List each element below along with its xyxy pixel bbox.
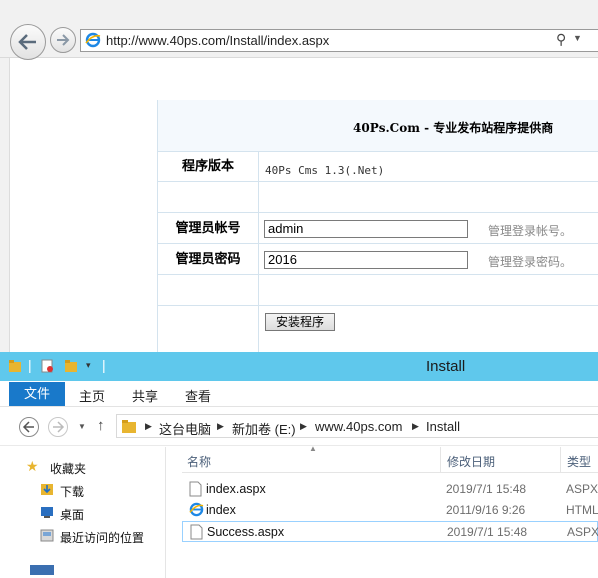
- file-icon: [190, 524, 203, 540]
- breadcrumb-this-pc[interactable]: 这台电脑: [159, 419, 211, 438]
- admin-pass-row: 管理员密码 2016 管理登录密码。: [158, 244, 598, 275]
- admin-user-hint: 管理登录帐号。: [488, 224, 573, 238]
- star-icon: ★: [26, 458, 39, 474]
- admin-user-input[interactable]: admin: [264, 220, 468, 238]
- tab-view[interactable]: 查看: [185, 386, 211, 405]
- tab-share[interactable]: 共享: [132, 386, 158, 405]
- sidebar-item-label: 最近访问的位置: [60, 531, 145, 545]
- chevron-right-icon: ▶: [145, 421, 152, 431]
- file-name: index.aspx: [206, 482, 266, 496]
- file-type: HTML: [566, 503, 598, 517]
- forward-button[interactable]: [50, 27, 76, 53]
- back-button[interactable]: [19, 417, 39, 437]
- chevron-right-icon: ▶: [217, 421, 224, 431]
- chevron-right-icon: ▶: [412, 421, 419, 431]
- browser-left-edge: [0, 58, 10, 352]
- file-icon: [189, 481, 202, 497]
- url-text: http://www.40ps.com/Install/index.aspx: [106, 33, 330, 48]
- tab-file[interactable]: 文件: [9, 382, 65, 406]
- file-row[interactable]: index 2011/9/16 9:26 HTML: [182, 500, 598, 521]
- folder-icon: [122, 420, 136, 433]
- file-name: index: [206, 503, 236, 517]
- chevron-right-icon: ▶: [300, 421, 307, 431]
- file-row[interactable]: index.aspx 2019/7/1 15:48 ASPX: [182, 479, 598, 500]
- properties-icon[interactable]: [40, 359, 54, 373]
- folder-icon: [9, 360, 21, 372]
- forward-arrow-icon: [57, 34, 70, 46]
- file-row[interactable]: Success.aspx 2019/7/1 15:48 ASPX: [182, 521, 598, 542]
- sidebar-item-label: 桌面: [60, 508, 85, 522]
- admin-user-row: 管理员帐号 admin 管理登录帐号。: [158, 213, 598, 244]
- button-row: [158, 306, 598, 352]
- tab-home[interactable]: 主页: [79, 386, 105, 405]
- breadcrumb[interactable]: ▶ 这台电脑 ▶ 新加卷 (E:) ▶ www.40ps.com ▶ Insta…: [116, 414, 598, 438]
- forward-arrow-icon: [53, 421, 65, 433]
- file-type: ASPX: [566, 482, 598, 496]
- column-name[interactable]: 名称: [187, 453, 211, 470]
- file-date: 2019/7/1 15:48: [447, 525, 528, 539]
- file-type: ASPX: [567, 525, 598, 539]
- sidebar-item-label: 下载: [60, 485, 85, 499]
- back-button[interactable]: [10, 24, 46, 60]
- admin-pass-input[interactable]: 2016: [264, 251, 468, 269]
- admin-pass-label: 管理员密码: [158, 244, 259, 275]
- separator-icon-2: |: [102, 357, 106, 373]
- customize-icon[interactable]: ▾: [86, 360, 91, 371]
- admin-pass-hint: 管理登录密码。: [488, 255, 573, 269]
- file-date: 2011/9/16 9:26: [446, 503, 526, 517]
- spacer-row-2: [158, 275, 598, 306]
- sidebar-item-label: 收藏夹: [50, 462, 87, 476]
- ie-file-icon: [189, 502, 204, 517]
- back-arrow-icon: [22, 421, 34, 433]
- this-pc-icon: [30, 565, 54, 575]
- browser-window: http://www.40ps.com/Install/index.aspx ⚲…: [0, 0, 598, 352]
- breadcrumb-install[interactable]: Install: [426, 419, 460, 434]
- search-icon[interactable]: ⚲: [556, 31, 566, 48]
- separator-icon: |: [28, 357, 32, 373]
- file-name: Success.aspx: [207, 525, 285, 539]
- version-value: 40Ps Cms 1.3(.Net): [265, 164, 385, 177]
- forward-button[interactable]: [48, 417, 68, 437]
- up-arrow-icon[interactable]: ↑: [97, 417, 105, 434]
- address-bar[interactable]: http://www.40ps.com/Install/index.aspx: [80, 29, 598, 52]
- new-folder-icon[interactable]: [64, 359, 78, 373]
- breadcrumb-drive[interactable]: 新加卷 (E:): [232, 419, 296, 438]
- column-modified[interactable]: 修改日期: [447, 453, 495, 470]
- version-label: 程序版本: [158, 152, 259, 182]
- install-form: 40Ps.Com - 专业发布站程序提供商 程序版本 40Ps Cms 1.3(…: [157, 100, 598, 352]
- download-folder-icon: [41, 484, 53, 495]
- back-arrow-icon: [18, 34, 36, 50]
- version-row: 程序版本 40Ps Cms 1.3(.Net): [158, 152, 598, 182]
- recent-locations-icon[interactable]: ▼: [78, 422, 86, 431]
- form-title-row: 40Ps.Com - 专业发布站程序提供商: [158, 100, 598, 152]
- file-date: 2019/7/1 15:48: [446, 482, 527, 496]
- desktop-icon: [41, 507, 53, 518]
- column-headers: ▲ 名称 修改日期 类型: [182, 444, 598, 473]
- spacer-row: [158, 182, 598, 213]
- recent-places-icon: [40, 529, 54, 542]
- form-title: 40Ps.Com - 专业发布站程序提供商: [353, 121, 554, 135]
- browser-toolbar: http://www.40ps.com/Install/index.aspx ⚲…: [0, 0, 598, 60]
- explorer-window: | ▾ | Install 文件 主页 共享 查看 ▼ ↑ ▶ 这台电脑 ▶ 新…: [0, 352, 598, 578]
- sort-ascending-icon: ▲: [309, 444, 317, 453]
- navigation-pane: ★ 收藏夹 下载 桌面 最近访问的位置: [0, 447, 166, 578]
- admin-user-label: 管理员帐号: [158, 213, 259, 244]
- chevron-down-icon[interactable]: ▼: [573, 33, 582, 43]
- column-type[interactable]: 类型: [567, 453, 591, 470]
- explorer-titlebar: | ▾ | Install: [0, 352, 598, 381]
- ie-logo-icon: [85, 32, 101, 48]
- window-title: Install: [426, 358, 466, 375]
- breadcrumb-site[interactable]: www.40ps.com: [315, 419, 402, 434]
- install-button[interactable]: 安装程序: [265, 313, 335, 331]
